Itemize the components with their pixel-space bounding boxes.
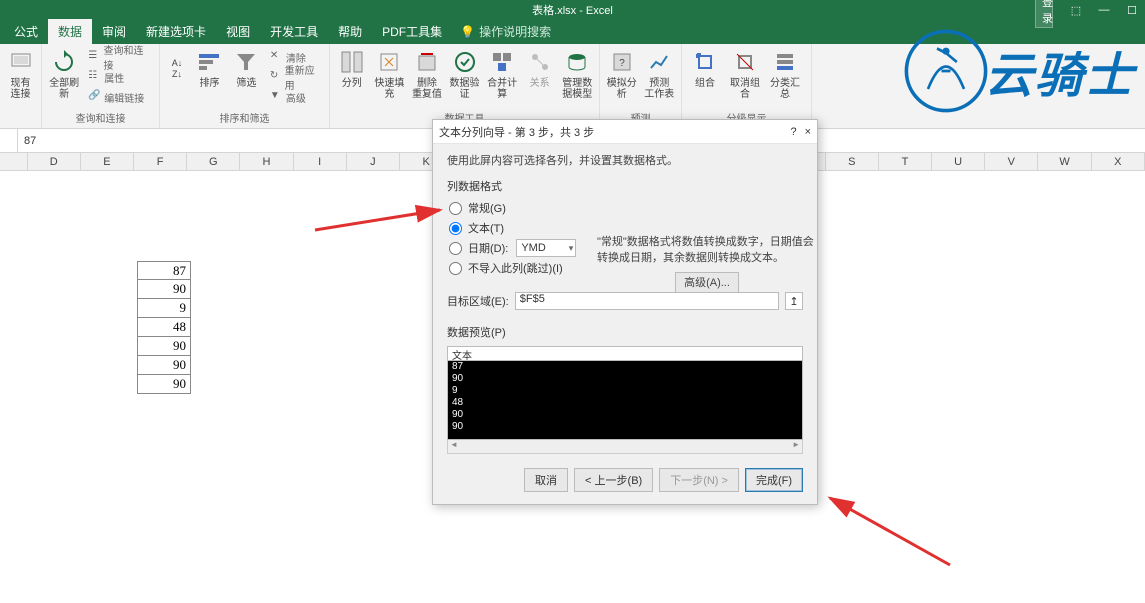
connections-options: ☰查询和连接 ☷属性 🔗编辑链接 <box>84 46 155 108</box>
formula-content[interactable]: 87 <box>18 135 36 147</box>
filter-options: ✕清除 ↻重新应用 ▼高级 <box>266 46 325 108</box>
col-header[interactable]: E <box>81 153 134 170</box>
forecast-sheet-button[interactable]: 预测 工作表 <box>642 46 678 100</box>
queries-connections-button[interactable]: ☰查询和连接 <box>86 48 153 66</box>
next-button[interactable]: 下一步(N) > <box>659 468 739 492</box>
preview-data-rows: 87 90 9 48 90 90 <box>448 361 802 439</box>
consolidate-button[interactable]: 合并计算 <box>484 46 520 100</box>
format-description: "常规"数据格式将数值转换成数字，日期值会转换成日期，其余数据则转换成文本。 高… <box>597 234 817 294</box>
properties-button[interactable]: ☷属性 <box>86 68 153 86</box>
text-to-columns-button[interactable]: 分列 <box>334 46 370 89</box>
ribbon-options-icon[interactable]: ⬚ <box>1067 4 1085 17</box>
col-header[interactable]: T <box>879 153 932 170</box>
col-header[interactable]: F <box>134 153 187 170</box>
col-header[interactable]: D <box>28 153 81 170</box>
data-cell[interactable]: 87 <box>137 261 191 280</box>
group-label-connections: 查询和连接 <box>46 113 155 127</box>
window-title: 表格.xlsx - Excel <box>532 2 613 18</box>
what-if-button[interactable]: ?模拟分析 <box>604 46 640 100</box>
data-column-f: 87 90 9 48 90 90 90 <box>137 261 191 394</box>
watermark: 云骑士 <box>901 26 1135 116</box>
help-button[interactable]: ? <box>790 126 796 138</box>
data-validation-button[interactable]: 数据验 证 <box>447 46 483 100</box>
bulb-icon: 💡 <box>460 25 475 39</box>
advanced-button[interactable]: 高级(A)... <box>675 272 739 294</box>
name-box[interactable] <box>0 129 18 152</box>
tell-me-search[interactable]: 💡 操作说明搜索 <box>452 19 559 44</box>
edit-links-button[interactable]: 🔗编辑链接 <box>86 88 153 106</box>
watermark-text: 云骑士 <box>985 36 1135 106</box>
svg-text:?: ? <box>619 58 625 69</box>
col-header[interactable]: S <box>826 153 879 170</box>
preview-label: 数据预览(P) <box>447 324 803 340</box>
col-header[interactable]: W <box>1038 153 1091 170</box>
login-button[interactable]: 登录 <box>1035 0 1053 28</box>
preview-column-header[interactable]: 文本 <box>448 347 802 361</box>
data-cell[interactable]: 9 <box>137 299 191 318</box>
subtotal-button[interactable]: 分类汇总 <box>766 46 804 100</box>
sort-button[interactable]: 排序 <box>192 46 227 89</box>
col-header-blank[interactable] <box>0 153 28 170</box>
group-label-sort-filter: 排序和筛选 <box>164 113 325 127</box>
tab-formulas[interactable]: 公式 <box>4 19 48 44</box>
existing-connections-button[interactable]: 现有 连接 <box>4 46 37 100</box>
text-to-columns-wizard-dialog: 文本分列向导 - 第 3 步，共 3 步 ? × 使用此屏内容可选择各列，并设置… <box>432 119 818 505</box>
preview-scrollbar[interactable] <box>447 440 803 454</box>
col-header[interactable]: H <box>240 153 293 170</box>
tab-help[interactable]: 帮助 <box>328 19 372 44</box>
tab-view[interactable]: 视图 <box>216 19 260 44</box>
dialog-titlebar: 文本分列向导 - 第 3 步，共 3 步 ? × <box>433 120 817 144</box>
data-cell[interactable]: 90 <box>137 375 191 394</box>
column-format-label: 列数据格式 <box>447 178 803 194</box>
window-controls: 登录 ⬚ — ☐ <box>1035 0 1141 28</box>
relationships-button[interactable]: 关系 <box>522 46 558 89</box>
filter-button[interactable]: 筛选 <box>229 46 264 89</box>
dialog-hint: 使用此屏内容可选择各列，并设置其数据格式。 <box>447 152 803 168</box>
close-icon[interactable]: × <box>805 126 811 138</box>
col-header[interactable]: G <box>187 153 240 170</box>
col-header[interactable]: U <box>932 153 985 170</box>
refresh-all-button[interactable]: 全部刷新 <box>46 46 82 100</box>
radio-general[interactable]: 常规(G) <box>449 198 803 218</box>
data-cell[interactable]: 48 <box>137 318 191 337</box>
finish-button[interactable]: 完成(F) <box>745 468 803 492</box>
minimize-icon[interactable]: — <box>1095 4 1113 16</box>
range-selector-icon[interactable]: ↥ <box>785 292 803 310</box>
tab-data[interactable]: 数据 <box>48 19 92 44</box>
col-header[interactable]: I <box>294 153 347 170</box>
maximize-icon[interactable]: ☐ <box>1123 4 1141 17</box>
data-cell[interactable]: 90 <box>137 280 191 299</box>
tab-review[interactable]: 审阅 <box>92 19 136 44</box>
flash-fill-button[interactable]: 快速填充 <box>372 46 408 100</box>
data-model-button[interactable]: 管理数 据模型 <box>559 46 595 100</box>
cancel-button[interactable]: 取消 <box>524 468 568 492</box>
sort-az-button[interactable]: A↓Z↓ <box>164 46 190 92</box>
watermark-logo-icon <box>901 26 991 116</box>
titlebar: 表格.xlsx - Excel 登录 ⬚ — ☐ <box>0 0 1145 20</box>
back-button[interactable]: < 上一步(B) <box>574 468 653 492</box>
destination-input[interactable]: $F$5 <box>515 292 779 310</box>
tab-custom[interactable]: 新建选项卡 <box>136 19 216 44</box>
tab-developer[interactable]: 开发工具 <box>260 19 328 44</box>
reapply-button[interactable]: ↻重新应用 <box>268 68 323 86</box>
tab-pdf[interactable]: PDF工具集 <box>372 19 452 44</box>
col-header[interactable]: J <box>347 153 400 170</box>
destination-label: 目标区域(E): <box>447 293 509 309</box>
data-cell[interactable]: 90 <box>137 356 191 375</box>
col-header[interactable]: V <box>985 153 1038 170</box>
col-header[interactable]: X <box>1092 153 1145 170</box>
date-format-select[interactable]: YMD <box>516 239 576 257</box>
group-button[interactable]: 组合 <box>686 46 724 89</box>
remove-duplicates-button[interactable]: 删除 重复值 <box>409 46 445 100</box>
advanced-filter-button[interactable]: ▼高级 <box>268 88 323 106</box>
data-preview: 文本 87 90 9 48 90 90 <box>447 346 803 440</box>
ungroup-button[interactable]: 取消组合 <box>726 46 764 100</box>
dialog-title: 文本分列向导 - 第 3 步，共 3 步 <box>439 124 594 140</box>
data-cell[interactable]: 90 <box>137 337 191 356</box>
